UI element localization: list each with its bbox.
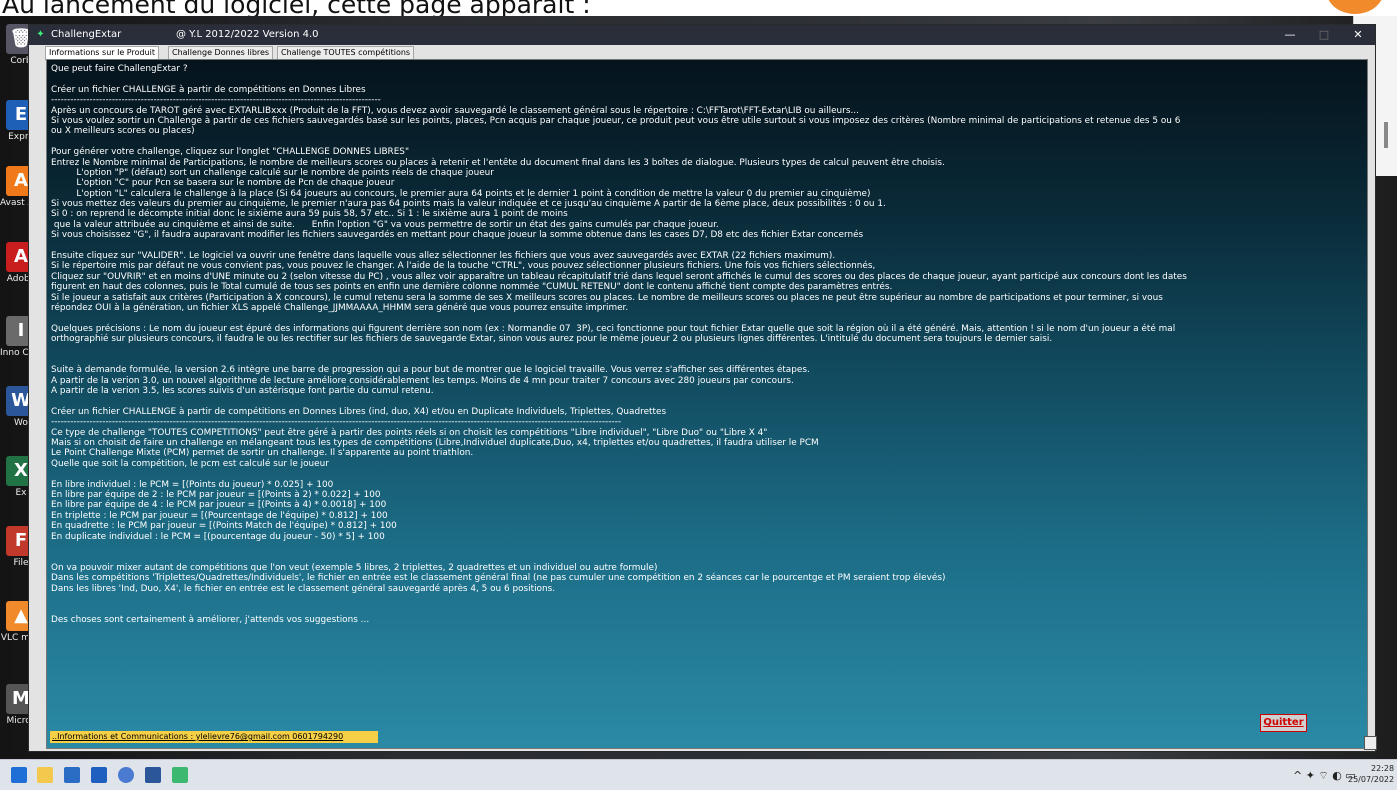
info-line: A partir de la verion 3.5, les scores su…	[51, 386, 434, 397]
window-title: ChallengExtar	[51, 29, 122, 40]
info-line: Si 0 : on reprend le décompte initial do…	[51, 209, 568, 220]
info-line: Suite à demande formulée, la version 2.6…	[51, 365, 810, 376]
info-line: Dans les libres 'Ind, Duo, X4', le fichi…	[51, 583, 556, 594]
info-line: En libre par équipe de 4 : le PCM par jo…	[51, 500, 387, 511]
info-line: Cliquez sur "OUVRIR" et en moins d'UNE m…	[51, 271, 1187, 282]
info-line	[51, 397, 1351, 407]
info-line: Créer un fichier CHALLENGE à partir de c…	[51, 406, 667, 417]
info-line: Si vous choisissez "G", il faudra aupara…	[51, 230, 864, 241]
info-line: orthographié sur plusieurs concours, il …	[51, 334, 1053, 345]
info-line: répondez OUI à la génération, un fichier…	[51, 302, 629, 313]
browser-icon[interactable]	[118, 767, 134, 783]
title-bar[interactable]: ✦ ChallengExtar @ Y.L 2012/2022 Version …	[29, 25, 1375, 45]
info-line	[51, 552, 1351, 562]
info-line: En quadrette : le PCM par joueur = [(Poi…	[51, 521, 397, 532]
info-line	[51, 469, 1351, 479]
info-panel: Que peut faire ChallengExtar ? Créer un f…	[46, 59, 1368, 749]
info-line	[51, 74, 1351, 84]
app-icon: ✦	[36, 29, 45, 40]
explorer-icon[interactable]	[37, 767, 53, 783]
info-line: En duplicate individuel : le PCM = [(pou…	[51, 531, 385, 542]
info-line: Quelques précisions : Le nom du joueur e…	[51, 323, 1176, 334]
info-line: L'option "C" pour Pcn se basera sur le n…	[51, 178, 395, 189]
info-line	[51, 137, 1351, 147]
window-version: @ Y.L 2012/2022 Version 4.0	[176, 29, 319, 40]
info-line: En libre individuel : le PCM = [(Points …	[51, 479, 334, 490]
info-line: On va pouvoir mixer autant de compétitio…	[51, 562, 658, 573]
info-line	[51, 594, 1351, 604]
info-line: A partir de la verion 3.0, un nouvel alg…	[51, 375, 794, 386]
app-icon-blue[interactable]	[91, 767, 107, 783]
info-line: Entrez le Nombre minimal de Participatio…	[51, 157, 945, 168]
info-line: Si vous voulez sortir un Challenge à par…	[51, 115, 1181, 126]
info-line: Quelle que soit la compétition, le pcm e…	[51, 458, 329, 469]
tab-challenge-toutes-competitions[interactable]: Challenge TOUTES compétitions	[277, 46, 415, 60]
clock[interactable]: 22:28 25/07/2022	[1348, 763, 1394, 785]
info-text: Que peut faire ChallengExtar ? Créer un f…	[51, 64, 1351, 625]
info-line: Le Point Challenge Mixte (PCM) permet de…	[51, 448, 474, 459]
start-icon[interactable]	[11, 767, 27, 783]
system-tray[interactable]: ^ ✦ ⌔ ◐ ▭	[1293, 769, 1356, 783]
info-line: Créer un fichier CHALLENGE à partir de c…	[51, 84, 366, 95]
clock-date: 25/07/2022	[1348, 775, 1395, 784]
challengextar-taskbar-icon[interactable]	[172, 767, 188, 783]
info-line: Mais si on choisit de faire un challenge…	[51, 438, 819, 449]
info-line	[51, 345, 1351, 355]
info-line: Ce type de challenge "TOUTES COMPETITION…	[51, 427, 768, 438]
minimize-button[interactable]: —	[1273, 25, 1307, 45]
info-line: En triplette : le PCM par joueur = [(Pou…	[51, 510, 388, 521]
info-line: Ensuite cliquez sur "VALIDER". Le logici…	[51, 251, 836, 262]
info-line: Si vous mettez des valeurs du premier au…	[51, 199, 886, 210]
info-line: En libre par équipe de 2 : le PCM par jo…	[51, 490, 381, 501]
tab-challenge-donnes-libres[interactable]: Challenge Donnes libres	[168, 46, 274, 60]
info-line: Pour générer votre challenge, cliquez su…	[51, 147, 410, 158]
info-line: que la valeur attribuée au cinquième et …	[51, 219, 719, 230]
background-scrollbar[interactable]	[1384, 122, 1388, 148]
info-line	[51, 241, 1351, 251]
maximize-button[interactable]: □	[1307, 25, 1341, 45]
quit-button[interactable]: Quitter	[1260, 714, 1307, 732]
contact-link[interactable]: ..Informations et Communications : yleli…	[50, 731, 378, 743]
info-line	[51, 313, 1351, 323]
word-taskbar-icon[interactable]	[145, 767, 161, 783]
clock-time: 22:28	[1371, 764, 1395, 773]
orange-decoration	[1326, 0, 1384, 14]
info-line	[51, 542, 1351, 552]
info-line: Si le joueur a satisfait aux critères (P…	[51, 292, 1163, 303]
info-line: Que peut faire ChallengExtar ?	[51, 64, 188, 74]
info-line: Dans les compétitions 'Triplettes/Quadre…	[51, 573, 946, 584]
info-line: Des choses sont certainement à améliorer…	[51, 614, 370, 625]
info-line: ou X meilleurs scores ou places)	[51, 126, 195, 137]
info-line	[51, 604, 1351, 614]
info-line: ----------------------------------------…	[51, 417, 622, 428]
scroll-corner	[1364, 736, 1377, 750]
info-line: Après un concours de TAROT géré avec EXT…	[51, 105, 859, 116]
info-line: ----------------------------------------…	[51, 95, 381, 106]
store-icon[interactable]	[64, 767, 80, 783]
app-window: ✦ ChallengExtar @ Y.L 2012/2022 Version …	[28, 24, 1377, 752]
info-line	[51, 355, 1351, 365]
info-line: Si le répertoire mis par défaut ne vous …	[51, 261, 876, 272]
taskbar: ^ ✦ ⌔ ◐ ▭ 22:28 25/07/2022	[0, 759, 1397, 790]
info-line: figurent en haut des colonnes, puis le T…	[51, 282, 893, 293]
close-button[interactable]: ✕	[1341, 25, 1375, 45]
info-line: L'option "P" (défaut) sort un challenge …	[51, 167, 494, 178]
info-line: L'option "L" calculera le challenge à la…	[51, 188, 871, 199]
